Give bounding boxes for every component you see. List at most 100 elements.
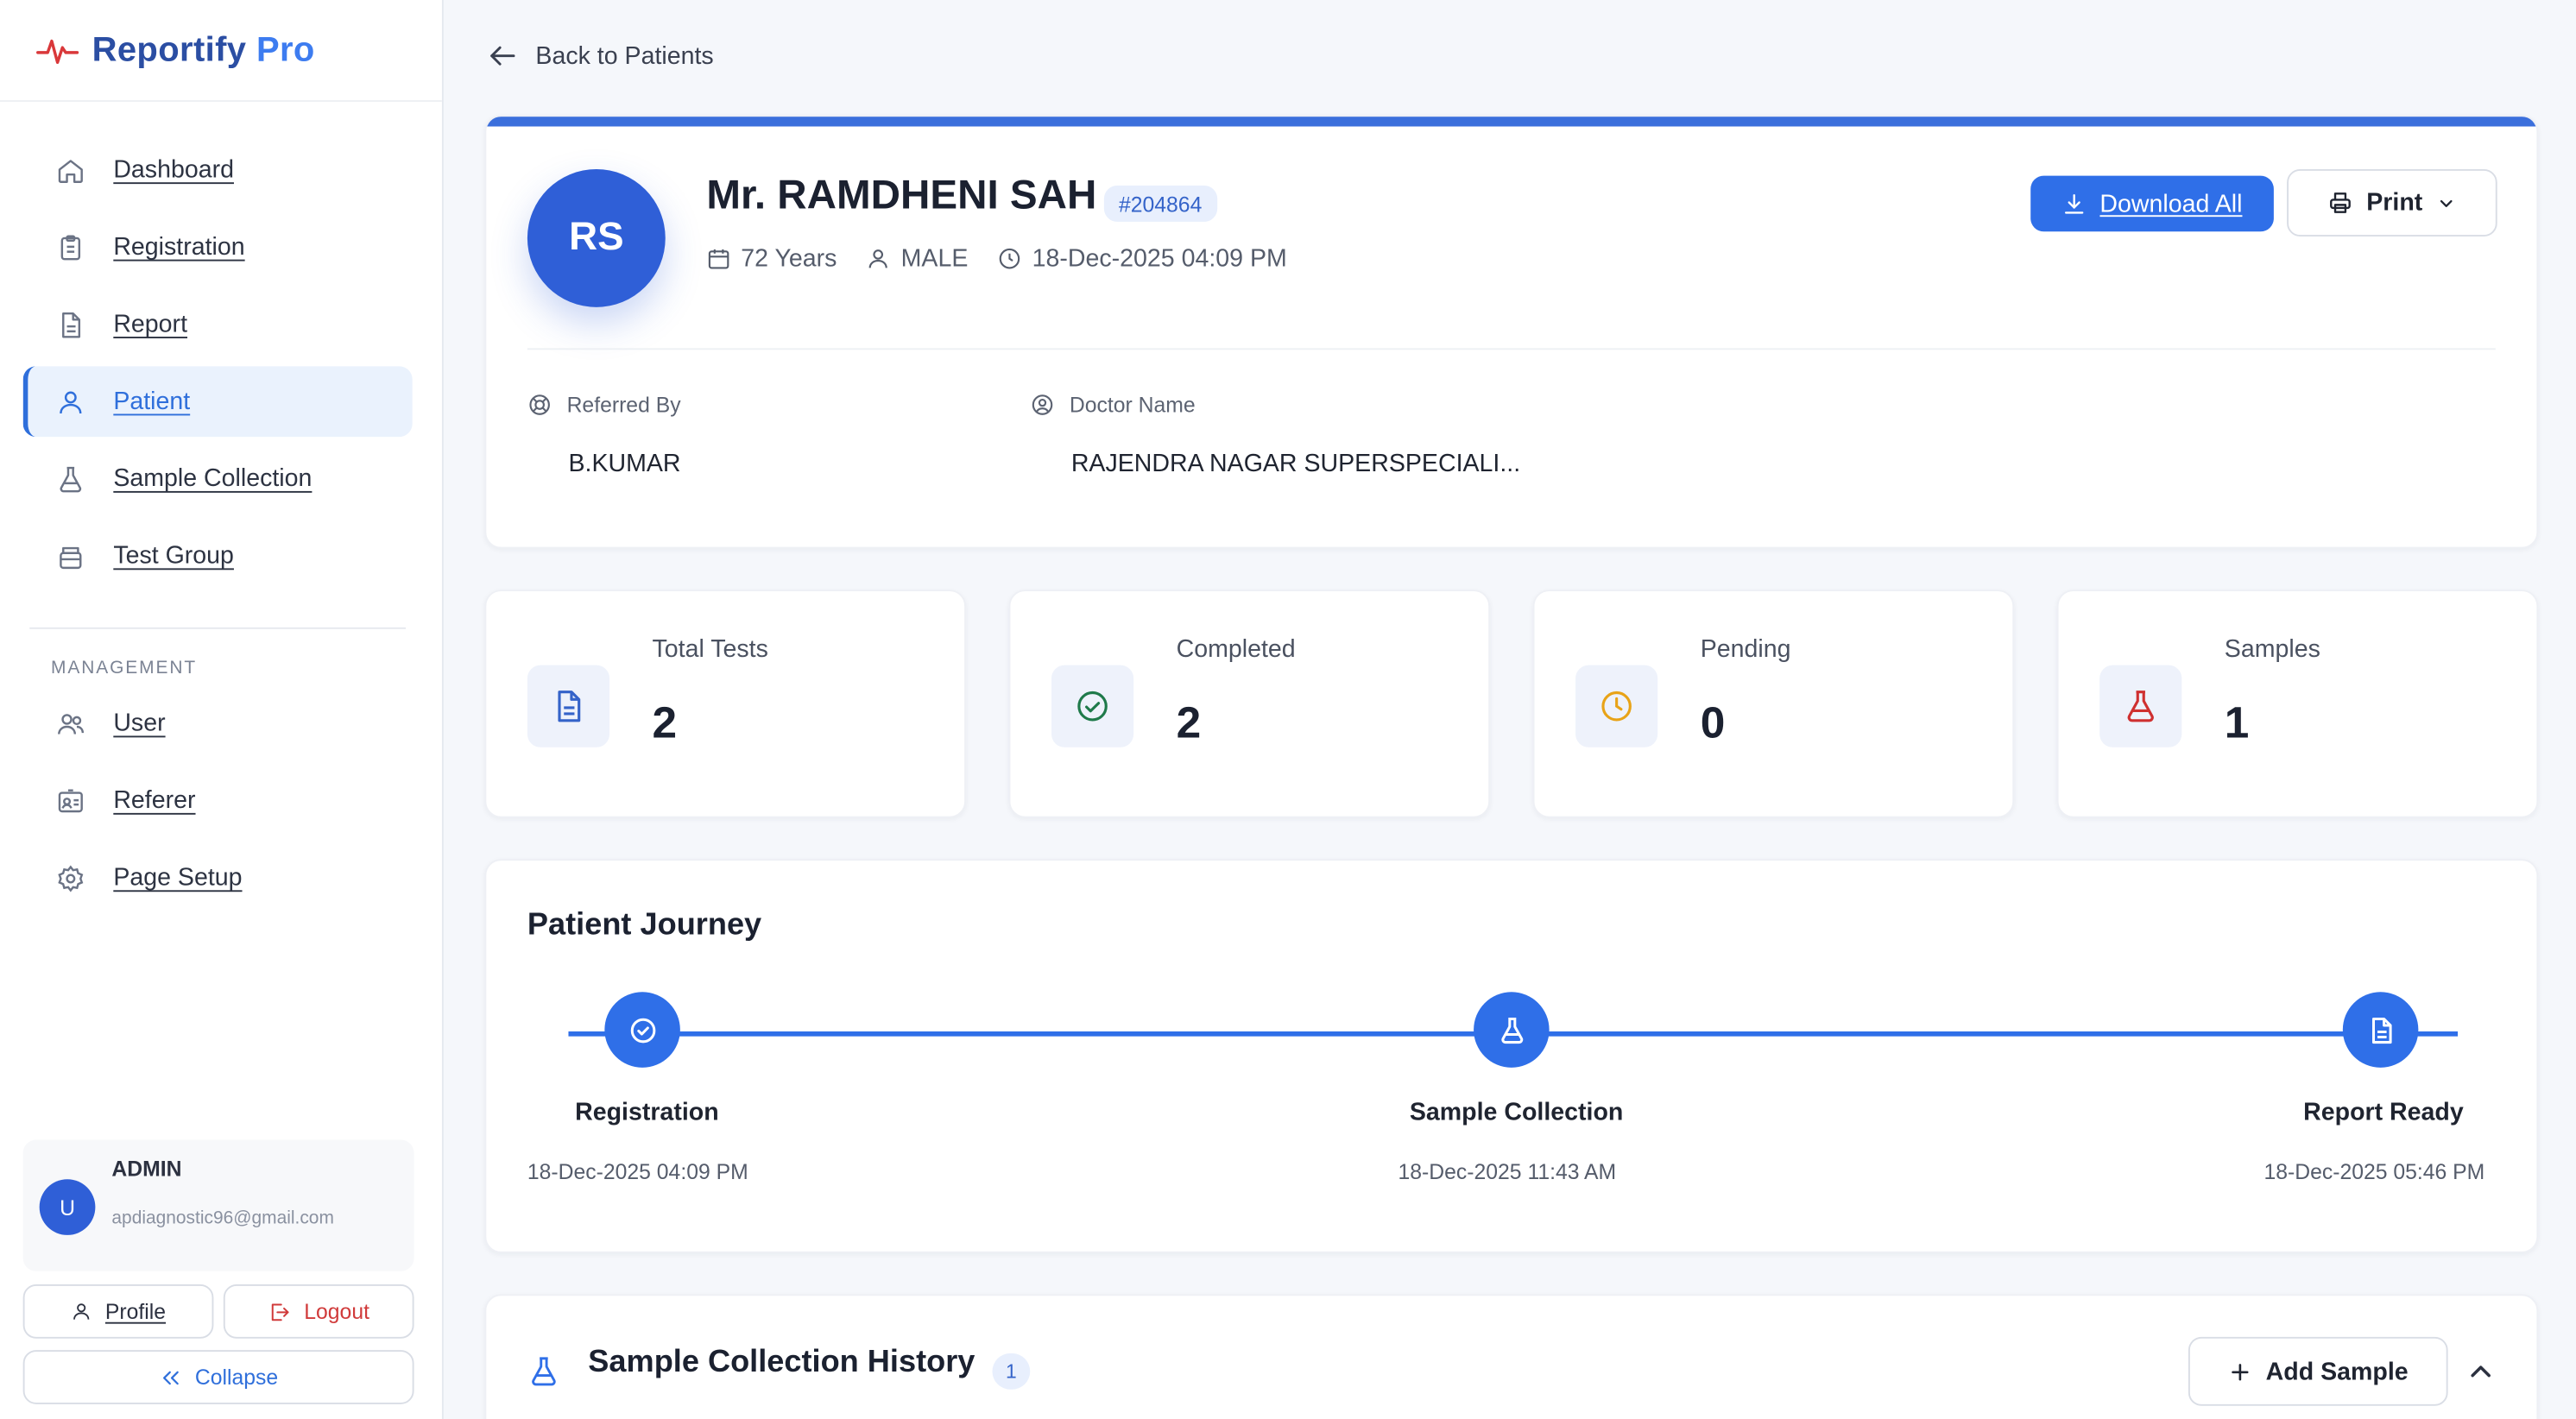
journey-step-label: Sample Collection [1409, 1098, 1624, 1127]
gender-meta: MALE [867, 245, 968, 273]
sidebar: Reportify Pro Dashboard Registration Rep… [0, 0, 444, 1419]
nav-label: Registration [113, 233, 245, 262]
referred-by-label-text: Referred By [566, 392, 681, 418]
patient-meta: 72 Years MALE 18-Dec-2025 04:09 PM [706, 245, 1287, 273]
flask-icon [2099, 665, 2182, 747]
patient-name: Mr. RAMDHENI SAH [706, 172, 1097, 219]
add-sample-button[interactable]: Add Sample [2188, 1336, 2448, 1406]
logout-button[interactable]: Logout [223, 1283, 414, 1339]
nav-item-user[interactable]: User [23, 688, 413, 759]
doctor-name-value: RAJENDRA NAGAR SUPERSPECIALI... [1070, 450, 1521, 478]
print-label: Print [2366, 188, 2423, 218]
journey-step-date: 18-Dec-2025 04:09 PM [527, 1159, 748, 1184]
download-all-label: Download All [2099, 189, 2243, 218]
back-link[interactable]: Back to Patients [486, 40, 714, 73]
check-circle-icon [629, 1017, 655, 1043]
document-icon [2371, 1016, 2391, 1044]
stat-completed: Completed 2 [1008, 590, 1491, 818]
nav-item-dashboard[interactable]: Dashboard [23, 135, 413, 205]
stat-value: 1 [2224, 697, 2250, 747]
stat-samples: Samples 1 [2056, 590, 2539, 818]
check-circle-icon [1051, 665, 1134, 747]
stat-value: 2 [1176, 697, 1202, 747]
arrow-left-icon [490, 46, 515, 66]
clock-icon [1000, 248, 1020, 269]
divider [527, 348, 2496, 350]
nav-divider [29, 627, 407, 629]
patient-registered: 18-Dec-2025 04:09 PM [1032, 244, 1287, 273]
clipboard-icon [56, 232, 85, 262]
journey-step-registration [604, 992, 680, 1068]
flask-icon [532, 1357, 556, 1386]
flask-icon [56, 464, 85, 494]
file-icon [56, 310, 85, 339]
nav-item-test-group[interactable]: Test Group [23, 520, 413, 591]
chevron-up-icon[interactable] [2465, 1355, 2497, 1388]
stat-label: Samples [2224, 635, 2320, 664]
nav-item-page-setup[interactable]: Page Setup [23, 842, 413, 913]
nav-label: Patient [113, 388, 191, 416]
profile-button[interactable]: Profile [22, 1283, 214, 1339]
main-nav: Dashboard Registration Report Patient Sa… [0, 102, 442, 913]
download-icon [2065, 193, 2084, 213]
registered-meta: 18-Dec-2025 04:09 PM [998, 245, 1287, 273]
nav-item-registration[interactable]: Registration [23, 211, 413, 282]
journey-title: Patient Journey [527, 908, 762, 943]
back-label: Back to Patients [535, 41, 714, 70]
clock-icon [1575, 665, 1658, 747]
chevron-down-icon [2440, 199, 2452, 206]
journey-step-date: 18-Dec-2025 05:46 PM [2263, 1159, 2485, 1184]
referred-by-value: B.KUMAR [568, 450, 681, 478]
brand[interactable]: Reportify Pro [0, 0, 442, 102]
document-icon [527, 665, 610, 747]
patient-journey-card: Patient Journey Registration 18-Dec-2025… [484, 859, 2539, 1253]
referred-by-label: Referred By [527, 392, 681, 418]
plus-icon [2232, 1363, 2249, 1380]
user-email: apdiagnostic96@gmail.com [111, 1208, 334, 1229]
user-name: ADMIN [111, 1156, 182, 1182]
journey-step-sample-collection [1474, 992, 1550, 1068]
accent-bar [486, 117, 2537, 127]
journey-step-label: Report Ready [2303, 1098, 2464, 1127]
logout-icon [271, 1302, 289, 1321]
id-card-icon [56, 785, 85, 815]
brand-name: Reportify Pro [92, 30, 315, 68]
patient-avatar: RS [527, 168, 666, 307]
collapse-label: Collapse [194, 1365, 279, 1390]
stat-value: 2 [652, 697, 678, 747]
flask-icon [1500, 1016, 1523, 1044]
user-icon [73, 1303, 90, 1320]
nav-item-patient[interactable]: Patient [22, 366, 413, 438]
gear-icon [56, 863, 85, 892]
age-meta: 72 Years [706, 245, 837, 273]
nav-label: Report [113, 310, 188, 338]
download-all-button[interactable]: Download All [2030, 175, 2274, 232]
chevrons-left-icon [162, 1370, 179, 1384]
history-title: Sample Collection History [588, 1345, 975, 1380]
collapse-button[interactable]: Collapse [22, 1350, 414, 1404]
print-button[interactable]: Print [2287, 168, 2497, 237]
sample-history-card: Sample Collection History 1 Add Sample [484, 1294, 2539, 1419]
stat-pending: Pending 0 [1532, 590, 2015, 818]
stat-label: Completed [1176, 635, 1296, 664]
profile-label: Profile [104, 1299, 167, 1324]
stat-total-tests: Total Tests 2 [484, 590, 967, 818]
user-circle-icon [1032, 394, 1053, 415]
box-icon [56, 541, 85, 571]
patient-id-badge: #204864 [1103, 186, 1217, 222]
stat-value: 0 [1700, 697, 1726, 747]
nav-item-report[interactable]: Report [23, 289, 413, 360]
history-count-badge: 1 [992, 1353, 1031, 1390]
users-icon [56, 709, 85, 738]
patient-card: RS Mr. RAMDHENI SAH #204864 72 Years MAL… [484, 115, 2539, 549]
nav-item-sample-collection[interactable]: Sample Collection [23, 444, 413, 514]
stat-label: Total Tests [652, 635, 768, 664]
add-sample-label: Add Sample [2265, 1357, 2409, 1386]
logout-label: Logout [304, 1299, 369, 1324]
doctor-name-label: Doctor Name [1030, 393, 1196, 417]
home-icon [56, 155, 85, 185]
nav-item-referer[interactable]: Referer [23, 766, 413, 836]
user-icon [56, 387, 85, 416]
pulse-logo-icon [36, 38, 79, 64]
avatar[interactable]: U [39, 1179, 96, 1235]
